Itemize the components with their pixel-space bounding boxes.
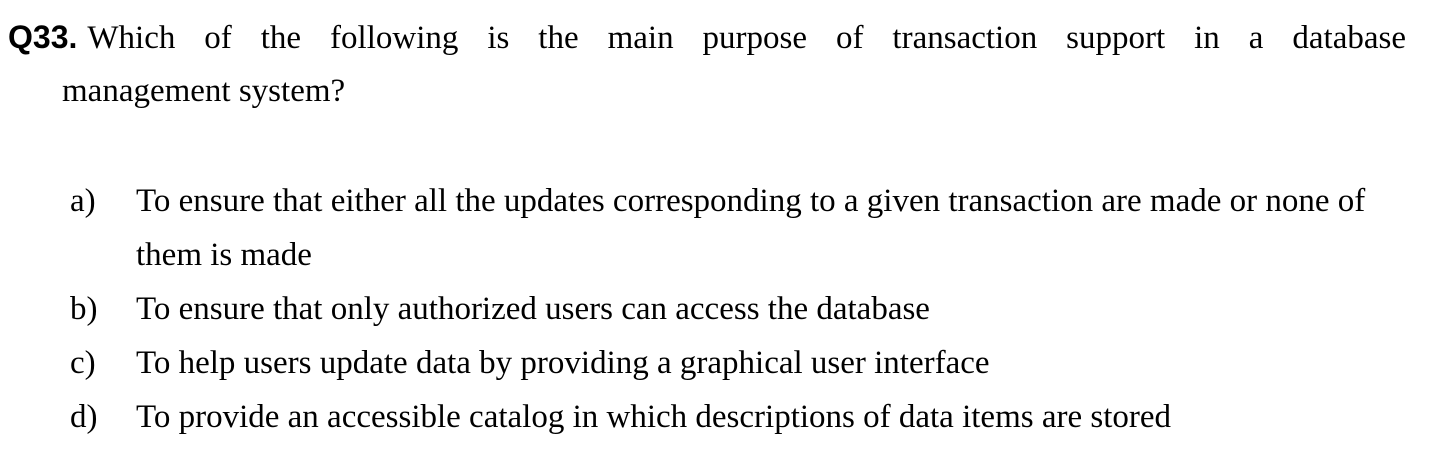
answer-options: a) To ensure that either all the updates… xyxy=(0,174,1450,444)
option-text-a: To ensure that either all the updates co… xyxy=(136,183,1366,273)
question-text-line1: Which of the following is the main purpo… xyxy=(87,20,1406,56)
question-number: Q33. xyxy=(8,19,78,55)
option-text-b: To ensure that only authorized users can… xyxy=(136,291,930,327)
option-text-c: To help users update data by providing a… xyxy=(136,345,990,381)
option-d: d) To provide an accessible catalog in w… xyxy=(0,390,1450,444)
option-letter-b: b) xyxy=(70,291,98,327)
option-b: b) To ensure that only authorized users … xyxy=(0,282,1450,336)
option-c: c) To help users update data by providin… xyxy=(0,336,1450,390)
option-letter-c: c) xyxy=(70,345,96,381)
option-letter-d: d) xyxy=(70,399,98,435)
option-text-d: To provide an accessible catalog in whic… xyxy=(136,399,1172,435)
question-stem: Q33. Which of the following is the main p… xyxy=(8,10,1406,65)
option-letter-a: a) xyxy=(70,183,96,219)
question-text-line2: management system? xyxy=(62,73,346,109)
option-a: a) To ensure that either all the updates… xyxy=(0,174,1450,282)
